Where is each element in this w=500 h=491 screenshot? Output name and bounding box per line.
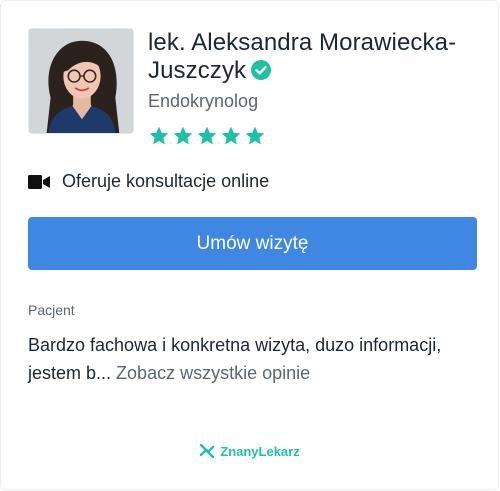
see-all-reviews-link[interactable]: Zobacz wszystkie opinie (116, 363, 310, 383)
online-consultation-label: Oferuje konsultacje online (62, 171, 270, 191)
doctor-specialty: Endokrynolog (148, 91, 259, 111)
review-excerpt: Bardzo fachowa i konkretna wizyta, duzo … (28, 331, 478, 387)
star-icon (197, 126, 217, 145)
star-icon (173, 126, 193, 145)
znanylekarz-logo-icon (200, 443, 215, 459)
star-icon (245, 126, 265, 145)
star-icon (149, 126, 169, 145)
brand-footer[interactable]: ZnanyLekarz (1, 443, 498, 459)
online-consultation-info: Oferuje konsultacje online (28, 171, 269, 192)
doctor-photo-image (29, 29, 133, 133)
doctor-name[interactable]: lek. Aleksandra Morawiecka- Juszczyk (148, 29, 488, 85)
doctor-name-line1: lek. Aleksandra Morawiecka- (148, 29, 457, 56)
star-icon (221, 126, 241, 145)
doctor-widget-card: lek. Aleksandra Morawiecka- Juszczyk End… (0, 0, 499, 490)
book-appointment-button[interactable]: Umów wizytę (28, 217, 477, 270)
video-camera-icon (28, 174, 50, 189)
brand-name: ZnanyLekarz (220, 443, 300, 459)
review-author: Pacjent (28, 302, 75, 318)
doctor-name-line2: Juszczyk (148, 57, 247, 84)
rating-stars (148, 125, 266, 147)
check-circle-icon (251, 60, 272, 80)
doctor-photo[interactable] (28, 28, 134, 134)
